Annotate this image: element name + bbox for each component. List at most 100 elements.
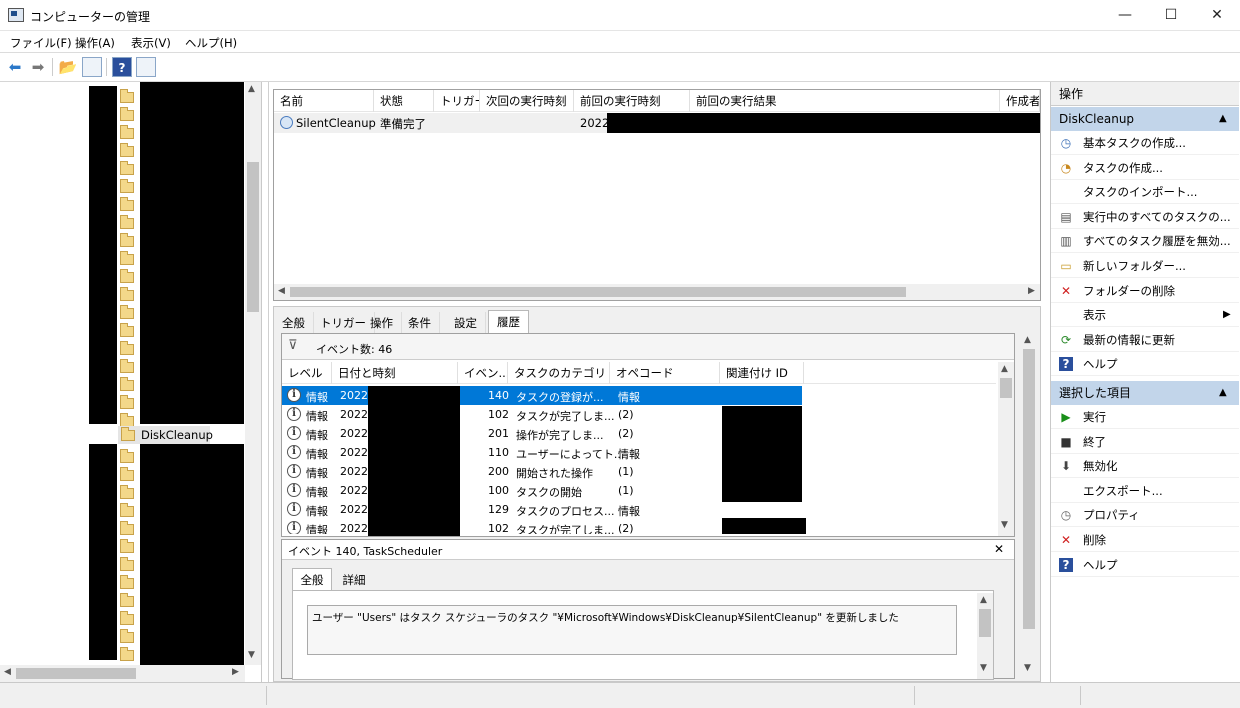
action-item[interactable]: ? ヘルプ — [1051, 352, 1239, 377]
action-item[interactable]: タスクのインポート... — [1051, 180, 1239, 205]
history-row[interactable]: i 情報 2022/129 タスクのプロセス... 情報 — [282, 500, 802, 519]
folder-icon[interactable] — [120, 341, 134, 355]
folder-icon[interactable] — [120, 359, 134, 373]
task-list-horizontal-scrollbar[interactable]: ◀ ▶ — [274, 284, 1040, 300]
folder-icon[interactable] — [120, 449, 134, 463]
forward-arrow-icon[interactable]: ➡ — [28, 57, 48, 77]
folder-icon[interactable] — [120, 179, 134, 193]
action-item[interactable]: ◷ 基本タスクの作成... — [1051, 131, 1239, 155]
folder-icon[interactable] — [120, 521, 134, 535]
column-header-author[interactable]: 作成者 — [1000, 90, 1040, 112]
tab-detail-general[interactable]: 全般 — [292, 568, 332, 590]
folder-icon[interactable] — [120, 323, 134, 337]
help-icon[interactable]: ? — [112, 57, 132, 77]
actions-section-selected[interactable]: 選択した項目 ▲ — [1051, 381, 1239, 405]
action-item[interactable]: ▤ 実行中のすべてのタスクの... — [1051, 205, 1239, 229]
properties-vertical-scrollbar[interactable]: ▲ ▼ — [1020, 333, 1038, 677]
column-header-category[interactable]: タスクのカテゴリ — [508, 362, 610, 384]
column-header-status[interactable]: 状態 — [374, 90, 434, 112]
menu-file[interactable]: ファイル(F) — [10, 35, 72, 51]
folder-icon[interactable] — [120, 215, 134, 229]
folder-icon[interactable] — [120, 467, 134, 481]
column-header-correlation-id[interactable]: 関連付け ID — [720, 362, 804, 384]
action-item[interactable]: ⬇ 無効化 — [1051, 454, 1239, 479]
filter-icon[interactable]: ⊽ — [288, 338, 298, 353]
scrollbar-thumb[interactable] — [979, 609, 991, 637]
minimize-button[interactable]: — — [1102, 0, 1148, 31]
action-item[interactable]: ⟳ 最新の情報に更新 — [1051, 328, 1239, 352]
tree-horizontal-scrollbar[interactable]: ◀ ▶ — [0, 665, 245, 682]
tab-settings[interactable]: 設定 — [446, 312, 486, 334]
action-item[interactable]: ✕ 削除 — [1051, 528, 1239, 552]
tab-general[interactable]: 全般 — [274, 312, 314, 334]
folder-icon[interactable] — [120, 251, 134, 265]
folder-icon[interactable] — [120, 287, 134, 301]
event-detail-scrollbar[interactable]: ▲ ▼ — [977, 593, 993, 679]
action-item[interactable]: ? ヘルプ — [1051, 553, 1239, 577]
folder-icon[interactable] — [120, 593, 134, 607]
close-icon[interactable]: ✕ — [994, 542, 1004, 556]
menu-help[interactable]: ヘルプ(H) — [185, 35, 237, 51]
folder-icon[interactable] — [120, 629, 134, 643]
action-item[interactable]: ✕ フォルダーの削除 — [1051, 279, 1239, 303]
folder-icon[interactable] — [120, 305, 134, 319]
folder-icon[interactable] — [120, 539, 134, 553]
scrollbar-thumb[interactable] — [247, 162, 259, 312]
action-item[interactable]: ▥ すべてのタスク履歴を無効... — [1051, 229, 1239, 254]
action-item[interactable]: ◔ タスクの作成... — [1051, 156, 1239, 180]
up-folder-icon[interactable]: 📂 — [58, 57, 78, 77]
column-header-level[interactable]: レベル — [282, 362, 332, 384]
actions-section-diskcleanup[interactable]: DiskCleanup ▲ — [1051, 107, 1239, 131]
column-header-datetime[interactable]: 日付と時刻 — [332, 362, 458, 384]
scrollbar-thumb[interactable] — [290, 287, 906, 297]
tab-history[interactable]: 履歴 — [488, 310, 529, 335]
scrollbar-thumb[interactable] — [1000, 378, 1012, 398]
menu-action[interactable]: 操作(A) — [75, 35, 115, 51]
folder-icon[interactable] — [120, 485, 134, 499]
action-item[interactable]: ▭ 新しいフォルダー... — [1051, 254, 1239, 278]
folder-icon[interactable] — [120, 377, 134, 391]
folder-icon[interactable] — [120, 647, 134, 661]
column-header-name[interactable]: 名前 — [274, 90, 374, 112]
tree-vertical-scrollbar[interactable]: ▲ ▼ — [245, 82, 261, 665]
column-header-last-result[interactable]: 前回の実行結果 — [690, 90, 1000, 112]
tree-item-diskcleanup[interactable]: DiskCleanup — [118, 426, 213, 444]
back-arrow-icon[interactable]: ⬅ — [5, 57, 25, 77]
folder-icon[interactable] — [120, 125, 134, 139]
folder-icon[interactable] — [120, 611, 134, 625]
tab-conditions[interactable]: 条件 — [400, 312, 440, 334]
action-item[interactable]: エクスポート... — [1051, 479, 1239, 503]
close-button[interactable]: ✕ — [1194, 0, 1240, 31]
folder-icon[interactable] — [120, 395, 134, 409]
history-vertical-scrollbar[interactable]: ▲ ▼ — [998, 362, 1014, 536]
folder-icon[interactable] — [120, 269, 134, 283]
collapse-icon[interactable]: ▲ — [1219, 107, 1227, 131]
column-header-next-run[interactable]: 次回の実行時刻 — [480, 90, 574, 112]
folder-icon[interactable] — [120, 89, 134, 103]
action-item[interactable]: ◷ プロパティ — [1051, 503, 1239, 528]
tab-actions[interactable]: 操作 — [362, 312, 402, 334]
show-hide-action-pane-icon[interactable] — [136, 57, 156, 77]
menu-view[interactable]: 表示(V) — [131, 35, 171, 51]
history-row[interactable]: i 情報 2022/140 タスクの登録が... 情報 — [282, 386, 802, 405]
folder-icon[interactable] — [120, 503, 134, 517]
folder-icon[interactable] — [120, 143, 134, 157]
folder-icon[interactable] — [120, 107, 134, 121]
column-header-event-id[interactable]: イベン... — [458, 362, 508, 384]
folder-icon[interactable] — [120, 197, 134, 211]
action-item[interactable]: ▶ 実行 — [1051, 405, 1239, 429]
scrollbar-thumb[interactable] — [16, 668, 136, 679]
column-header-last-run[interactable]: 前回の実行時刻 — [574, 90, 690, 112]
show-hide-tree-icon[interactable] — [82, 57, 102, 77]
collapse-icon[interactable]: ▲ — [1219, 381, 1227, 405]
action-item[interactable]: 表示 ▶ — [1051, 303, 1239, 328]
tab-detail-details[interactable]: 詳細 — [334, 570, 374, 590]
folder-icon[interactable] — [120, 557, 134, 571]
scrollbar-thumb[interactable] — [1023, 349, 1035, 629]
maximize-button[interactable]: ☐ — [1148, 0, 1194, 31]
folder-icon[interactable] — [120, 233, 134, 247]
folder-icon[interactable] — [120, 575, 134, 589]
column-header-opcode[interactable]: オペコード — [610, 362, 720, 384]
folder-icon[interactable] — [120, 161, 134, 175]
task-row[interactable]: SilentCleanup 準備完了 2022 — [274, 113, 1040, 133]
